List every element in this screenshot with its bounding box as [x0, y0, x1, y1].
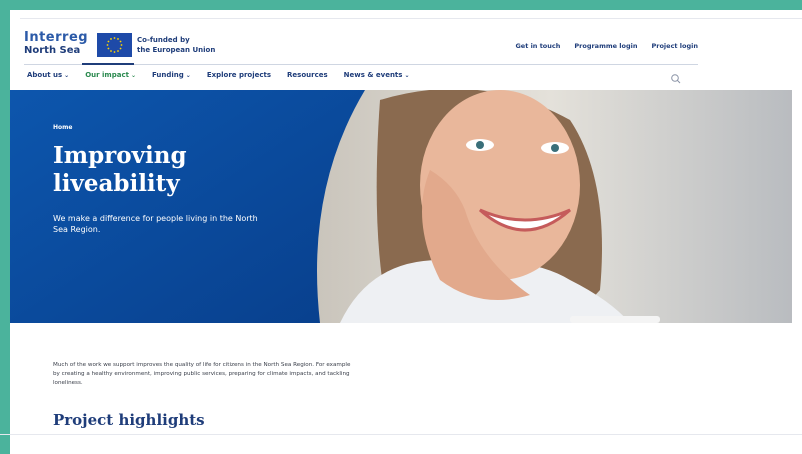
nav-item-news-events[interactable]: News & events ⌄ — [344, 71, 410, 79]
eu-star-icon — [117, 50, 119, 52]
top-divider — [20, 18, 802, 19]
eu-star-icon — [117, 38, 119, 40]
nav-item-about-us[interactable]: About us ⌄ — [27, 71, 69, 79]
nav-item-explore-projects[interactable]: Explore projects — [207, 71, 271, 79]
chevron-down-icon: ⌄ — [64, 72, 70, 79]
chevron-down-icon: ⌄ — [185, 72, 191, 79]
logo-north-sea[interactable]: North Sea — [24, 45, 80, 56]
eu-star-icon — [107, 47, 110, 50]
breadcrumb-home[interactable]: Home — [53, 124, 72, 131]
nav-item-our-impact[interactable]: Our impact ⌄ — [85, 71, 136, 79]
eu-star-icon — [113, 51, 116, 53]
hero-subtitle: We make a difference for people living i… — [53, 214, 258, 234]
eu-star-icon — [120, 44, 123, 46]
programme-login-link[interactable]: Programme login — [574, 42, 637, 50]
section-title-project-highlights: Project highlights — [53, 411, 205, 429]
utility-nav: Get in touch Programme login Project log… — [515, 42, 698, 50]
eu-flag-icon — [97, 33, 132, 57]
cofunded-line1: Co-funded by — [137, 36, 190, 44]
chevron-down-icon: ⌄ — [404, 72, 410, 79]
nav-active-indicator — [82, 63, 134, 65]
nav-item-resources[interactable]: Resources — [287, 71, 328, 79]
logo-interreg[interactable]: Interreg — [24, 30, 88, 45]
eu-star-icon — [110, 38, 112, 40]
project-login-link[interactable]: Project login — [652, 42, 699, 50]
eu-star-icon — [119, 40, 122, 43]
eu-star-icon — [119, 47, 122, 50]
cofunded-line2: the European Union — [137, 46, 216, 54]
eu-star-icon — [107, 40, 110, 43]
get-in-touch-link[interactable]: Get in touch — [515, 42, 560, 50]
intro-paragraph: Much of the work we support improves the… — [53, 362, 351, 387]
main-nav: About us ⌄ Our impact ⌄ Funding ⌄ Explore p… — [27, 71, 409, 79]
page-title: Improving liveability — [53, 142, 187, 197]
eu-star-icon — [110, 50, 112, 52]
eu-star-icon — [106, 44, 109, 46]
nav-item-funding[interactable]: Funding ⌄ — [152, 71, 191, 79]
search-icon[interactable] — [670, 70, 682, 84]
chevron-down-icon: ⌄ — [130, 72, 136, 79]
bottom-divider — [0, 434, 802, 435]
eu-star-icon — [113, 37, 116, 39]
cofunded-label: Co-funded by the European Union — [137, 35, 215, 55]
hero-banner — [10, 90, 792, 323]
